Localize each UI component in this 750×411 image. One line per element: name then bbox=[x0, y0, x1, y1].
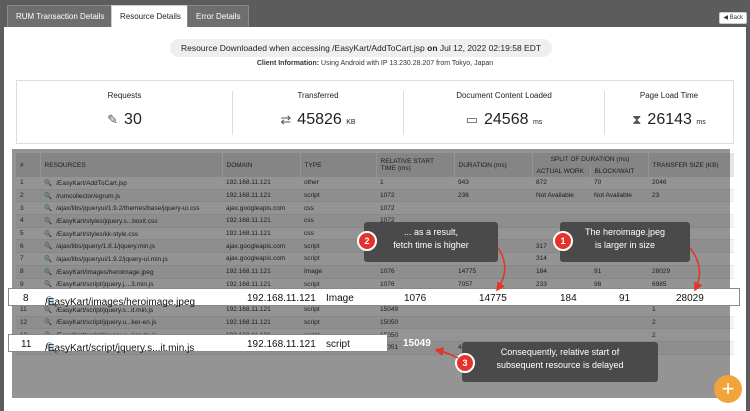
arrow-2 bbox=[496, 247, 506, 292]
arrow-3 bbox=[434, 347, 459, 359]
add-fab-button[interactable]: + bbox=[714, 375, 742, 403]
arrow-1 bbox=[689, 247, 703, 292]
callout-arrows bbox=[434, 247, 703, 359]
